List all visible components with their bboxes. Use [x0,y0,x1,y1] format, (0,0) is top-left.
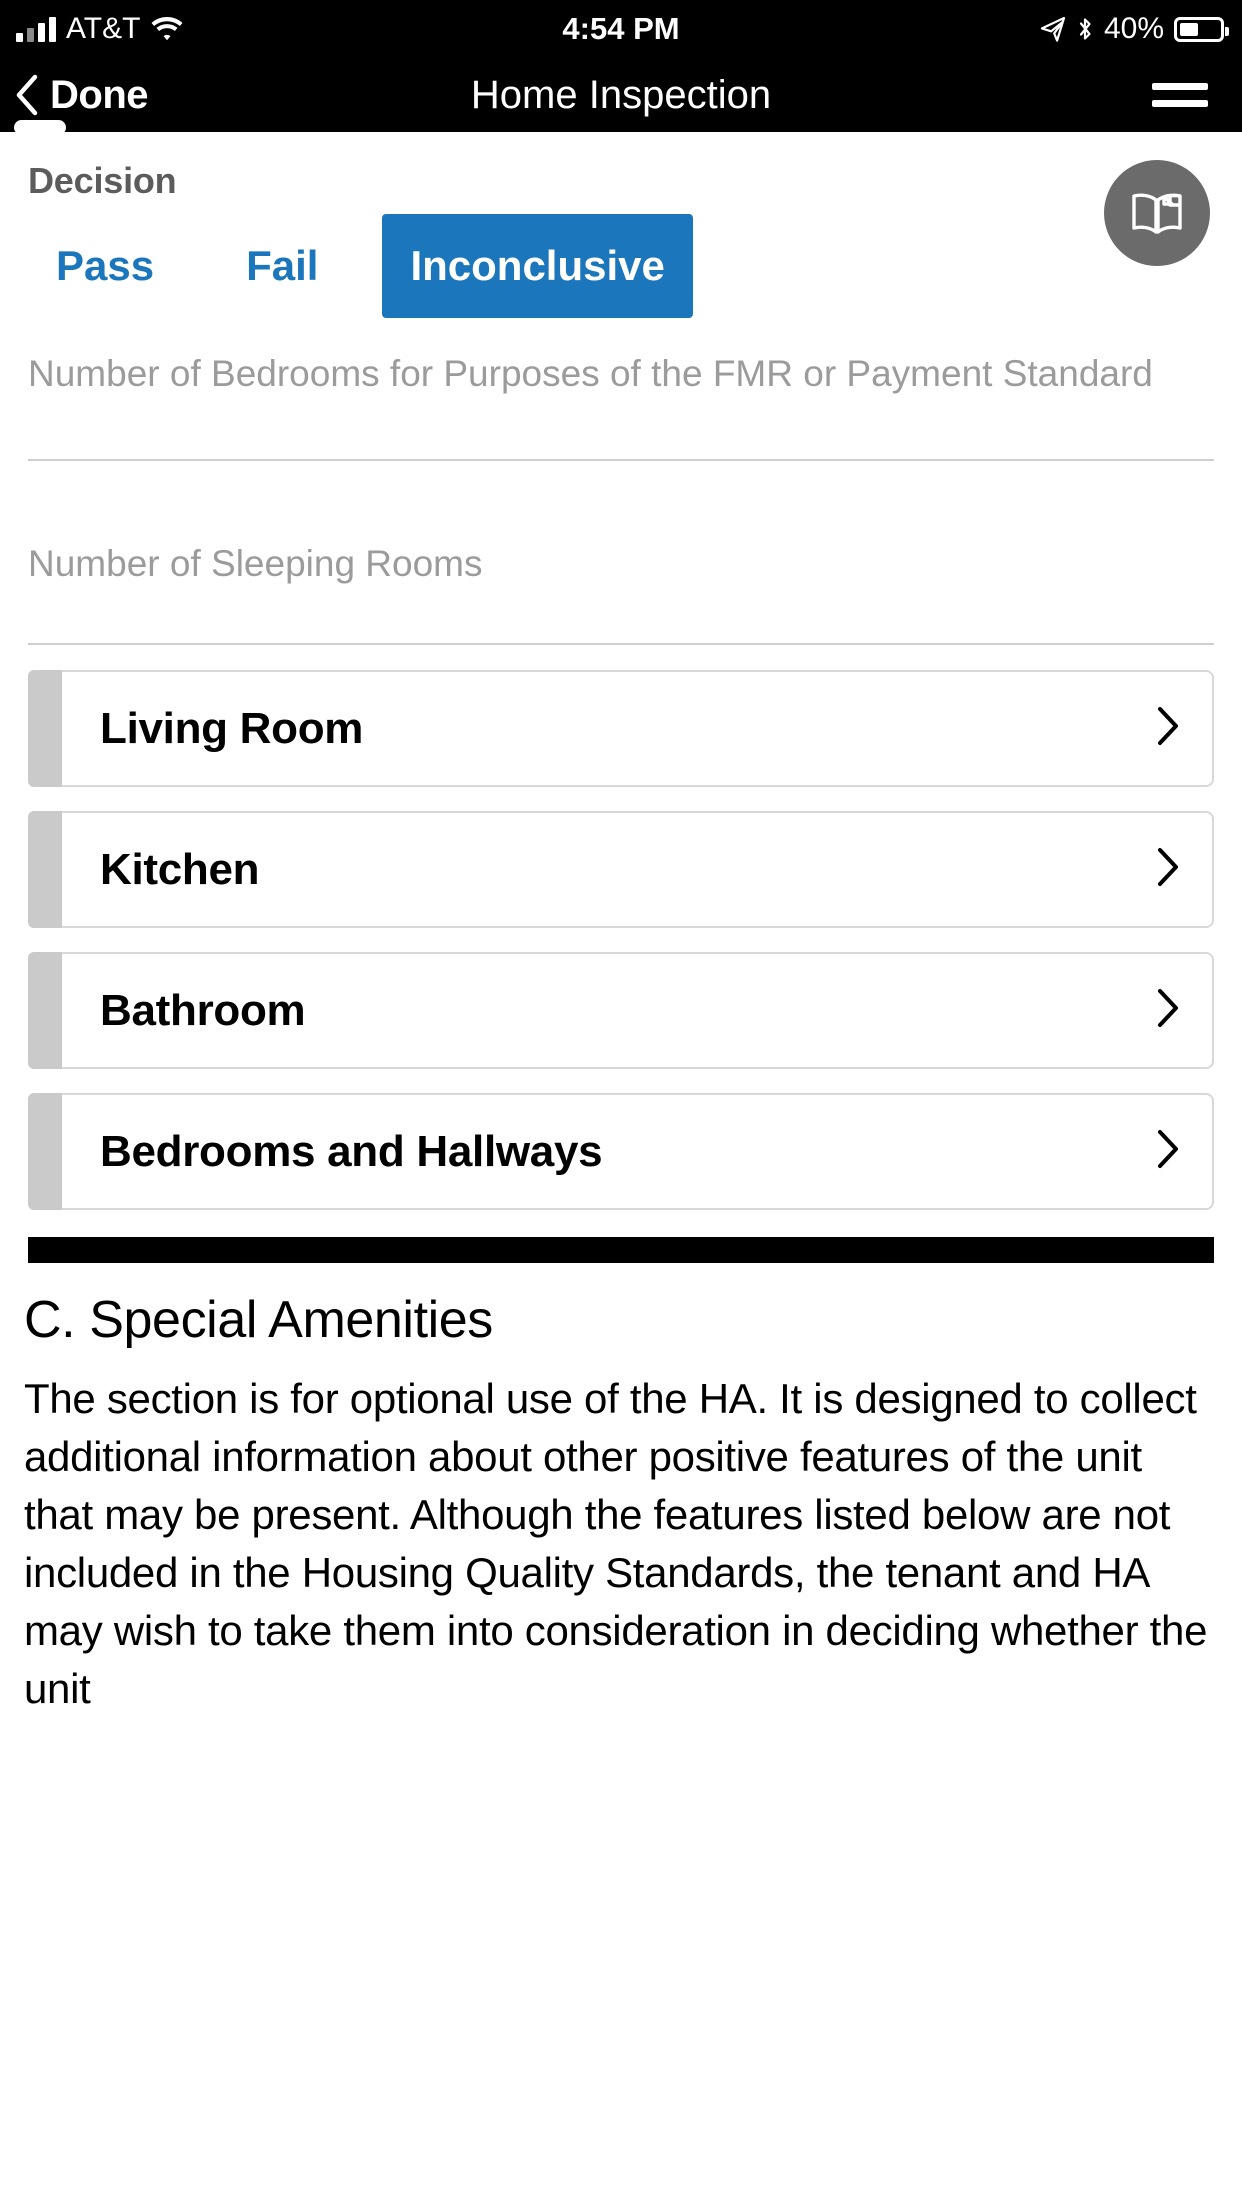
room-card-title: Bedrooms and Hallways [100,1126,603,1176]
field-sleeping-rooms-placeholder: Number of Sleeping Rooms [28,543,483,584]
room-card-list: Living Room Kitchen Bathroom Bedrooms an… [28,670,1214,1234]
battery-percent-label: 40% [1103,12,1164,45]
field-bedrooms-fmr-placeholder: Number of Bedrooms for Purposes of the F… [28,353,1153,394]
field-sleeping-rooms[interactable]: Number of Sleeping Rooms [28,543,1214,645]
card-body[interactable]: Bedrooms and Hallways [62,1093,1214,1210]
card-body[interactable]: Bathroom [62,952,1214,1069]
status-bar: AT&T 4:54 PM 40% [0,0,1242,58]
decision-option-pass[interactable]: Pass [28,214,183,318]
bluetooth-icon [1076,15,1094,43]
battery-icon [1174,16,1229,42]
hamburger-menu-icon[interactable] [1152,73,1208,117]
card-accent-bar [28,1093,62,1210]
chevron-right-icon [1156,988,1180,1033]
navigation-bar: Done Home Inspection [0,58,1242,132]
reference-book-button[interactable] [1104,160,1210,266]
location-arrow-icon [1040,16,1066,42]
room-card-title: Living Room [100,703,364,753]
room-card-bedrooms-and-hallways[interactable]: Bedrooms and Hallways [28,1093,1214,1210]
decision-option-inconclusive[interactable]: Inconclusive [382,214,693,318]
card-accent-bar [28,670,62,787]
section-paragraph-special-amenities: The section is for optional use of the H… [24,1375,1208,1712]
chevron-right-icon [1156,1129,1180,1174]
decision-option-fail[interactable]: Fail [218,214,347,318]
card-accent-bar [28,811,62,928]
room-card-title: Bathroom [100,985,306,1035]
section-divider-bar [28,1237,1214,1263]
status-bar-right: 40% [1040,0,1229,58]
open-book-icon [1130,186,1184,240]
card-body[interactable]: Living Room [62,670,1214,787]
room-card-bathroom[interactable]: Bathroom [28,952,1214,1069]
field-underline [28,458,1214,461]
chevron-right-icon [1156,706,1180,751]
segment-spacer [346,214,382,318]
section-heading-special-amenities: C. Special Amenities [24,1291,493,1349]
card-body[interactable]: Kitchen [62,811,1214,928]
field-underline [28,642,1214,645]
decision-label: Decision [28,160,177,201]
chevron-right-icon [1156,847,1180,892]
page-title: Home Inspection [470,73,772,117]
room-card-title: Kitchen [100,844,260,894]
decision-segmented-control: Pass Fail Inconclusive [28,214,693,318]
field-bedrooms-fmr[interactable]: Number of Bedrooms for Purposes of the F… [28,353,1214,461]
room-card-living-room[interactable]: Living Room [28,670,1214,787]
room-card-kitchen[interactable]: Kitchen [28,811,1214,928]
card-accent-bar [28,952,62,1069]
segment-spacer [182,214,218,318]
app-screen: AT&T 4:54 PM 40% Done Home Inspection De… [0,0,1242,2208]
form-content: Decision Pass Fail Inconclusive Number o… [0,132,1242,2208]
